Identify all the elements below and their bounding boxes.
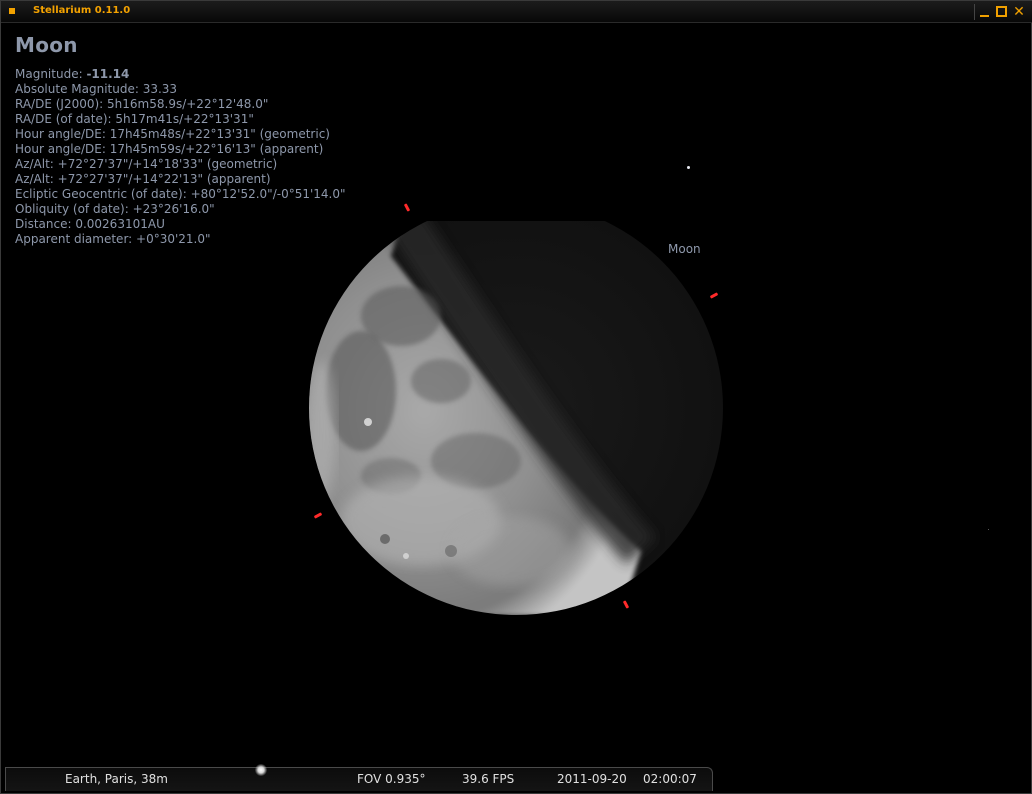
info-line-azalt-apparent: Az/Alt: +72°27'37"/+14°22'13" (apparent) (15, 172, 271, 186)
status-fov: FOV 0.935° (357, 772, 426, 786)
info-line-ecliptic: Ecliptic Geocentric (of date): +80°12'52… (15, 187, 346, 201)
title-bar[interactable]: Stellarium 0.11.0 ✕ (1, 1, 1032, 23)
magnitude-line: Magnitude: -11.14 (15, 67, 346, 82)
info-line-azalt-geometric: Az/Alt: +72°27'37"/+14°18'33" (geometric… (15, 157, 278, 171)
magnitude-value: -11.14 (86, 67, 130, 81)
object-info-panel: Moon Magnitude: -11.14 Absolute Magnitud… (14, 33, 346, 247)
info-line-distance: Distance: 0.00263101AU (15, 217, 165, 231)
star[interactable] (687, 166, 690, 169)
info-line-radec-j2000: RA/DE (J2000): 5h16m58.9s/+22°12'48.0" (15, 97, 269, 111)
info-line-hour-angle-geometric: Hour angle/DE: 17h45m48s/+22°13'31" (geo… (15, 127, 330, 141)
status-fps: 39.6 FPS (462, 772, 515, 786)
close-icon[interactable]: ✕ (1012, 5, 1026, 19)
stellarium-window: Stellarium 0.11.0 ✕ Moon Moon Magnitude:… (0, 0, 1032, 794)
moon-disk[interactable] (301, 221, 741, 621)
status-bar: Earth, Paris, 38m FOV 0.935° 39.6 FPS 20… (5, 767, 713, 791)
minimize-icon[interactable] (978, 5, 992, 19)
bright-star[interactable] (255, 764, 267, 776)
app-menu-icon[interactable] (9, 8, 15, 14)
info-line-apparent-diameter: Apparent diameter: +0°30'21.0" (15, 232, 211, 246)
info-line-hour-angle-apparent: Hour angle/DE: 17h45m59s/+22°16'13" (app… (15, 142, 324, 156)
sky-object-label[interactable]: Moon (668, 242, 701, 256)
status-date[interactable]: 2011-09-20 (557, 772, 627, 786)
maximize-icon[interactable] (995, 5, 1009, 19)
status-location[interactable]: Earth, Paris, 38m (65, 772, 168, 786)
window-title: Stellarium 0.11.0 (33, 5, 131, 16)
info-line-absolute-magnitude: Absolute Magnitude: 33.33 (15, 82, 178, 96)
info-line-radec-of-date: RA/DE (of date): 5h17m41s/+22°13'31" (15, 112, 254, 126)
info-line-obliquity: Obliquity (of date): +23°26'16.0" (15, 202, 215, 216)
object-name: Moon (15, 33, 78, 57)
star[interactable] (988, 529, 989, 530)
magnitude-label: Magnitude: (15, 67, 87, 81)
titlebar-separator (974, 4, 975, 20)
status-time[interactable]: 02:00:07 (643, 772, 697, 786)
